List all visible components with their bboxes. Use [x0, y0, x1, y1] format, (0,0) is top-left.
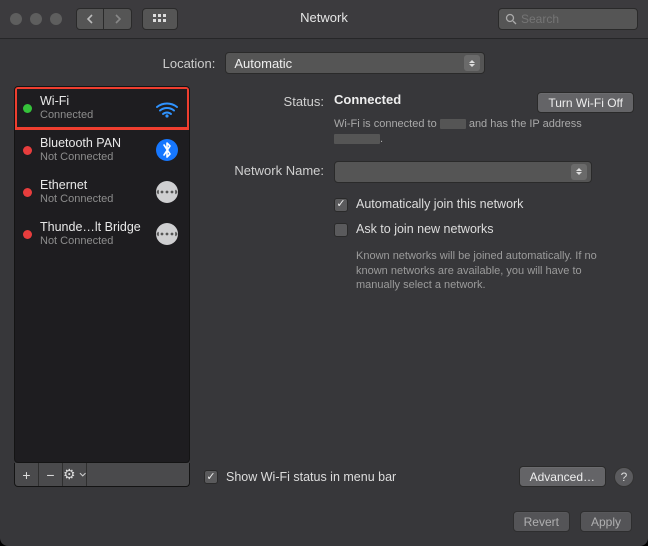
search-input[interactable] — [521, 12, 631, 26]
window-controls — [10, 13, 62, 25]
plus-icon: + — [22, 467, 30, 483]
location-value: Automatic — [234, 56, 292, 71]
service-name: Bluetooth PAN — [40, 136, 145, 150]
service-status: Not Connected — [40, 235, 145, 248]
ask-join-help: Known networks will be joined automatica… — [356, 249, 626, 294]
turn-wifi-off-button[interactable]: Turn Wi-Fi Off — [537, 92, 634, 113]
service-name: Wi-Fi — [40, 94, 145, 108]
service-status: Not Connected — [40, 151, 145, 164]
network-name-select[interactable] — [334, 161, 592, 183]
revert-button[interactable]: Revert — [513, 511, 570, 532]
service-sidebar: Wi-Fi Connected Bluetooth PAN Not Connec… — [14, 86, 190, 487]
service-item-thunderbolt-bridge[interactable]: Thunde…lt Bridge Not Connected — [15, 213, 189, 255]
detail-pane: Status: Connected Turn Wi-Fi Off Wi-Fi i… — [204, 86, 634, 487]
service-item-wifi[interactable]: Wi-Fi Connected — [15, 87, 189, 129]
service-status: Not Connected — [40, 193, 145, 206]
show-all-button[interactable] — [142, 8, 178, 30]
titlebar: Network — [0, 0, 648, 38]
advanced-button[interactable]: Advanced… — [519, 466, 606, 487]
remove-service-button[interactable]: − — [39, 463, 63, 486]
location-select[interactable]: Automatic — [225, 52, 485, 74]
chevron-down-icon — [79, 472, 86, 477]
service-status: Connected — [40, 109, 145, 122]
ask-join-checkbox[interactable] — [334, 223, 348, 237]
location-row: Location: Automatic — [0, 52, 648, 74]
redacted-ssid — [440, 119, 466, 129]
thunderbolt-bridge-icon — [153, 220, 181, 248]
window-footer: Revert Apply — [0, 501, 648, 546]
status-value: Connected — [334, 92, 401, 107]
minus-icon: − — [46, 467, 54, 483]
close-window-button[interactable] — [10, 13, 22, 25]
service-name: Ethernet — [40, 178, 145, 192]
updown-caret-icon — [571, 164, 587, 180]
status-label: Status: — [204, 92, 334, 147]
nav-segment — [76, 8, 132, 30]
search-icon — [505, 13, 517, 25]
service-list-footer: + − ⚙︎ — [14, 463, 190, 487]
status-dot-disconnected-icon — [23, 230, 32, 239]
redacted-ip — [334, 134, 380, 144]
status-dot-disconnected-icon — [23, 188, 32, 197]
status-dot-connected-icon — [23, 104, 32, 113]
ethernet-icon — [153, 178, 181, 206]
service-item-ethernet[interactable]: Ethernet Not Connected — [15, 171, 189, 213]
status-description: Wi-Fi is connected to and has the IP add… — [334, 117, 614, 147]
minimize-window-button[interactable] — [30, 13, 42, 25]
service-name: Thunde…lt Bridge — [40, 220, 145, 234]
location-label: Location: — [163, 56, 216, 71]
apply-button[interactable]: Apply — [580, 511, 632, 532]
show-menubar-label: Show Wi-Fi status in menu bar — [226, 470, 396, 484]
zoom-window-button[interactable] — [50, 13, 62, 25]
wifi-icon — [153, 94, 181, 122]
service-item-bluetooth-pan[interactable]: Bluetooth PAN Not Connected — [15, 129, 189, 171]
auto-join-label: Automatically join this network — [356, 197, 523, 211]
search-field[interactable] — [498, 8, 638, 30]
help-button[interactable]: ? — [614, 467, 634, 487]
content: Wi-Fi Connected Bluetooth PAN Not Connec… — [0, 74, 648, 501]
add-service-button[interactable]: + — [15, 463, 39, 486]
network-name-label: Network Name: — [204, 161, 334, 183]
back-button[interactable] — [76, 8, 104, 30]
service-list: Wi-Fi Connected Bluetooth PAN Not Connec… — [14, 86, 190, 463]
gear-icon: ⚙︎ — [63, 466, 76, 483]
forward-button[interactable] — [104, 8, 132, 30]
updown-caret-icon — [464, 55, 480, 71]
status-dot-disconnected-icon — [23, 146, 32, 155]
network-prefs-window: Network Location: Automatic Wi-Fi Connec… — [0, 0, 648, 546]
auto-join-checkbox[interactable] — [334, 198, 348, 212]
ask-join-label: Ask to join new networks — [356, 222, 494, 237]
service-action-menu[interactable]: ⚙︎ — [63, 463, 87, 486]
show-menubar-checkbox[interactable] — [204, 470, 218, 484]
bluetooth-icon — [153, 136, 181, 164]
